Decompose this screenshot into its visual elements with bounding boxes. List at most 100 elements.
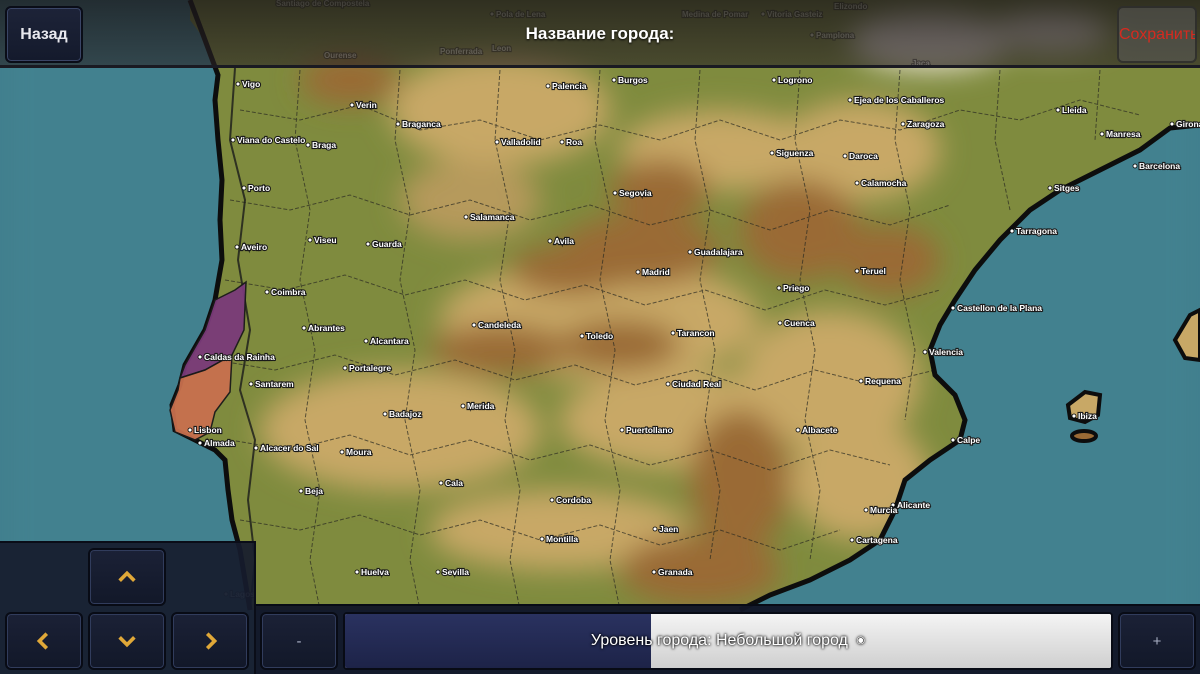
dpad-panel [0,541,256,674]
city-marker [635,269,641,275]
city-label: Ciudad Real [672,379,721,389]
city-label: Cordoba [556,495,591,505]
city-marker [438,480,444,486]
city-marker [922,349,928,355]
city-label: Cartagena [856,535,898,545]
chevron-left-icon [36,632,49,650]
city-label: Viseu [314,235,337,245]
city-label: Merida [467,401,495,411]
pan-down-button[interactable] [88,612,166,670]
city-label: Manresa [1106,129,1141,139]
city-label: Avila [554,236,574,246]
city-label: Aveiro [241,242,267,252]
city-label: Braganca [402,119,441,129]
city-label: Verin [356,100,377,110]
level-increase-button[interactable]: + [1118,612,1196,670]
city-marker [842,153,848,159]
city-marker [1055,107,1061,113]
city-label: Burgos [618,75,648,85]
city-label: Calamocha [861,178,907,188]
city-marker [950,305,956,311]
pan-left-button[interactable] [5,612,83,670]
city-marker [579,333,585,339]
city-label: Alicante [897,500,930,510]
city-label: Albacete [802,425,838,435]
city-label: Logrono [778,75,812,85]
city-label: Barcelona [1139,161,1180,171]
city-level-slider[interactable]: Уровень города: Небольшой город ◉ [343,612,1113,670]
city-label: Tarragona [1016,226,1057,236]
city-label: Lleida [1062,105,1087,115]
city-marker [539,536,545,542]
header-bar: Назад Название города: Сохранить [0,0,1200,68]
city-label: Beja [305,486,323,496]
city-marker [849,537,855,543]
city-marker [549,497,555,503]
city-marker [771,77,777,83]
city-label: Braga [312,140,336,150]
city-marker [197,440,203,446]
pan-up-button[interactable] [88,548,166,606]
city-label: Candeleda [478,320,521,330]
city-label: Salamanca [470,212,515,222]
city-marker [652,526,658,532]
city-marker [235,81,241,87]
city-label: Castellon de la Plana [957,303,1042,313]
city-label: Requena [865,376,901,386]
city-label: Palencia [552,81,587,91]
city-label: Porto [248,183,270,193]
save-button[interactable]: Сохранить [1117,6,1197,63]
city-marker [382,411,388,417]
city-marker [863,507,869,513]
city-label: Calpe [957,435,980,445]
city-marker [395,121,401,127]
city-marker [463,214,469,220]
city-marker [365,241,371,247]
city-marker [301,325,307,331]
city-marker [545,83,551,89]
chevron-up-icon [118,570,136,582]
formentera-island [1070,429,1098,443]
city-marker [248,381,254,387]
city-label: Tarancon [677,328,715,338]
city-label: Daroca [849,151,878,161]
city-marker [687,249,693,255]
city-marker [777,320,783,326]
city-label: Cala [445,478,463,488]
level-indicator-icon: ◉ [856,635,866,647]
city-marker [241,185,247,191]
city-marker [776,285,782,291]
city-label: Cuenca [784,318,815,328]
city-label: Vigo [242,79,260,89]
pan-right-button[interactable] [171,612,249,670]
city-marker [234,244,240,250]
city-label: Teruel [861,266,886,276]
city-label: Coimbra [271,287,306,297]
city-marker [435,569,441,575]
city-label: Puertollano [626,425,673,435]
city-label: Segovia [619,188,652,198]
city-marker [253,445,259,451]
city-label: Toledo [586,331,613,341]
city-label: Madrid [642,267,670,277]
city-marker [854,180,860,186]
city-marker [795,427,801,433]
city-label: Priego [783,283,809,293]
city-label: Ibiza [1078,411,1097,421]
city-marker [471,322,477,328]
city-marker [494,139,500,145]
city-label: Huelva [361,567,389,577]
city-marker [460,403,466,409]
back-button[interactable]: Назад [5,6,83,63]
city-marker [900,121,906,127]
city-level-text: Уровень города: Небольшой город [590,632,848,649]
level-bar: - Уровень города: Небольшой город ◉ + [256,604,1200,674]
city-label: Montilla [546,534,578,544]
city-marker [611,77,617,83]
city-marker [354,569,360,575]
city-label: Guadalajara [694,247,743,257]
level-decrease-button[interactable]: - [260,612,338,670]
city-label: Roa [566,137,582,147]
city-label: Caldas da Rainha [204,352,275,362]
city-marker [559,139,565,145]
